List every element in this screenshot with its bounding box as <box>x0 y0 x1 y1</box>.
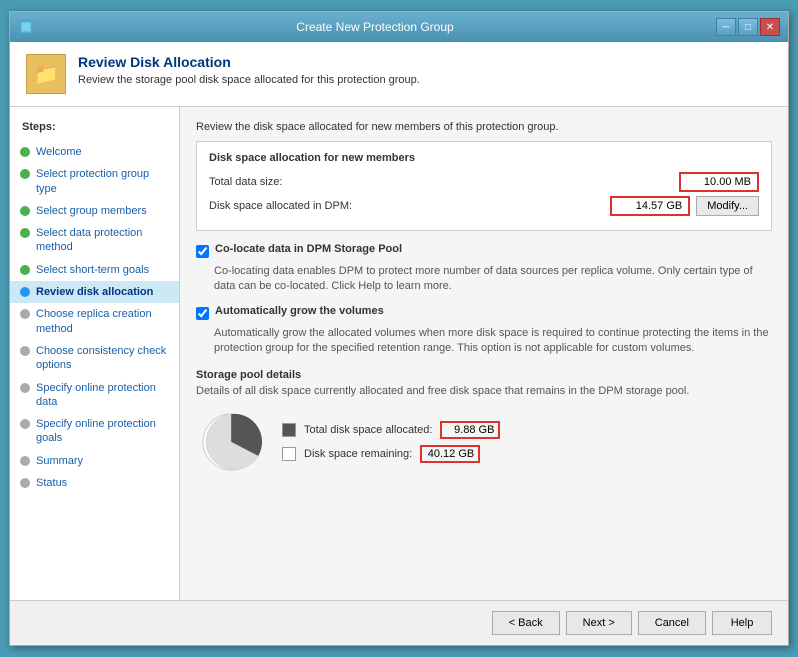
sidebar-item-review-disk[interactable]: Review disk allocation <box>10 281 179 303</box>
sidebar-item-label: Status <box>36 476 67 490</box>
sidebar-item-group-members[interactable]: Select group members <box>10 200 179 222</box>
disk-remaining-value: 40.12 GB <box>420 445 480 463</box>
sidebar-item-label: Select protection group type <box>36 167 171 196</box>
back-button[interactable]: < Back <box>492 611 560 635</box>
sidebar: Steps: Welcome Select protection group t… <box>10 107 180 600</box>
colocate-label: Co-locate data in DPM Storage Pool <box>215 243 402 255</box>
sidebar-item-label: Specify online protection data <box>36 381 171 410</box>
dot-icon <box>20 287 30 297</box>
storage-pool-section: Storage pool details Details of all disk… <box>196 369 772 477</box>
sidebar-item-online-protection-data[interactable]: Specify online protection data <box>10 377 179 414</box>
total-allocated-icon <box>282 423 296 437</box>
sidebar-item-label: Select group members <box>36 204 147 218</box>
minimize-button[interactable]: ─ <box>716 18 736 36</box>
disk-space-row: Disk space allocated in DPM: 14.57 GB Mo… <box>209 196 759 216</box>
auto-grow-checkbox[interactable] <box>196 307 209 320</box>
dot-icon <box>20 206 30 216</box>
total-data-value: 10.00 MB <box>679 172 759 192</box>
page-subtitle: Review the storage pool disk space alloc… <box>78 74 420 86</box>
sidebar-item-welcome[interactable]: Welcome <box>10 141 179 163</box>
sidebar-item-status[interactable]: Status <box>10 472 179 494</box>
sidebar-item-summary[interactable]: Summary <box>10 450 179 472</box>
footer: < Back Next > Cancel Help <box>10 600 788 645</box>
auto-grow-section: Automatically grow the volumes Automatic… <box>196 305 772 357</box>
app-icon <box>18 19 34 35</box>
sidebar-item-label: Specify online protection goals <box>36 417 171 446</box>
dot-icon <box>20 309 30 319</box>
total-allocated-value: 9.88 GB <box>440 421 500 439</box>
sidebar-item-label: Select short-term goals <box>36 263 149 277</box>
sidebar-item-label: Choose consistency check options <box>36 344 171 373</box>
auto-grow-desc: Automatically grow the allocated volumes… <box>214 326 772 357</box>
maximize-button[interactable]: □ <box>738 18 758 36</box>
sidebar-item-consistency-check[interactable]: Choose consistency check options <box>10 340 179 377</box>
sidebar-item-label: Welcome <box>36 145 82 159</box>
dot-icon <box>20 169 30 179</box>
total-allocated-label: Total disk space allocated: <box>304 424 432 436</box>
sidebar-item-online-protection-goals[interactable]: Specify online protection goals <box>10 413 179 450</box>
page-title: Review Disk Allocation <box>78 54 420 70</box>
next-button[interactable]: Next > <box>566 611 632 635</box>
modify-button[interactable]: Modify... <box>696 196 759 216</box>
storage-pool-content: Total disk space allocated: 9.88 GB Disk… <box>196 407 772 477</box>
header-text: Review Disk Allocation Review the storag… <box>78 54 420 86</box>
sidebar-title: Steps: <box>10 117 179 141</box>
storage-pool-title: Storage pool details <box>196 369 772 381</box>
colocate-desc: Co-locating data enables DPM to protect … <box>214 264 772 295</box>
total-data-row: Total data size: 10.00 MB <box>209 172 759 192</box>
disk-allocation-box: Disk space allocation for new members To… <box>196 141 772 231</box>
auto-grow-label: Automatically grow the volumes <box>215 305 384 317</box>
total-data-label: Total data size: <box>209 176 679 188</box>
disk-space-label: Disk space allocated in DPM: <box>209 200 610 212</box>
window-controls: ─ □ ✕ <box>716 18 780 36</box>
disk-alloc-header: Disk space allocation for new members <box>209 152 759 164</box>
disk-space-value: 14.57 GB <box>610 196 690 216</box>
cancel-button[interactable]: Cancel <box>638 611 706 635</box>
content-area: Steps: Welcome Select protection group t… <box>10 107 788 600</box>
help-button[interactable]: Help <box>712 611 772 635</box>
header: 📁 Review Disk Allocation Review the stor… <box>10 42 788 107</box>
main-window: Create New Protection Group ─ □ ✕ 📁 Revi… <box>9 11 789 646</box>
colocate-row: Co-locate data in DPM Storage Pool <box>196 243 772 258</box>
section-description: Review the disk space allocated for new … <box>196 121 772 133</box>
sidebar-item-label: Choose replica creation method <box>36 307 171 336</box>
total-allocated-row: Total disk space allocated: 9.88 GB <box>282 421 500 439</box>
auto-grow-row: Automatically grow the volumes <box>196 305 772 320</box>
colocate-section: Co-locate data in DPM Storage Pool Co-lo… <box>196 243 772 295</box>
storage-legend: Total disk space allocated: 9.88 GB Disk… <box>282 421 500 463</box>
dot-icon <box>20 419 30 429</box>
disk-remaining-label: Disk space remaining: <box>304 448 412 460</box>
disk-remaining-icon <box>282 447 296 461</box>
sidebar-item-replica-creation[interactable]: Choose replica creation method <box>10 303 179 340</box>
pie-chart <box>196 407 266 477</box>
close-button[interactable]: ✕ <box>760 18 780 36</box>
dot-icon <box>20 346 30 356</box>
dot-icon <box>20 456 30 466</box>
sidebar-item-label: Review disk allocation <box>36 285 153 299</box>
storage-pool-desc: Details of all disk space currently allo… <box>196 385 772 397</box>
sidebar-item-protection-group-type[interactable]: Select protection group type <box>10 163 179 200</box>
main-content: Review the disk space allocated for new … <box>180 107 788 600</box>
dot-icon <box>20 228 30 238</box>
sidebar-item-data-protection[interactable]: Select data protection method <box>10 222 179 259</box>
disk-remaining-row: Disk space remaining: 40.12 GB <box>282 445 500 463</box>
window-title: Create New Protection Group <box>34 20 716 34</box>
header-icon: 📁 <box>26 54 66 94</box>
dot-icon <box>20 383 30 393</box>
titlebar: Create New Protection Group ─ □ ✕ <box>10 12 788 42</box>
dot-icon <box>20 147 30 157</box>
dot-icon <box>20 478 30 488</box>
sidebar-item-label: Select data protection method <box>36 226 171 255</box>
colocate-checkbox[interactable] <box>196 245 209 258</box>
sidebar-item-short-term[interactable]: Select short-term goals <box>10 259 179 281</box>
dot-icon <box>20 265 30 275</box>
sidebar-item-label: Summary <box>36 454 83 468</box>
